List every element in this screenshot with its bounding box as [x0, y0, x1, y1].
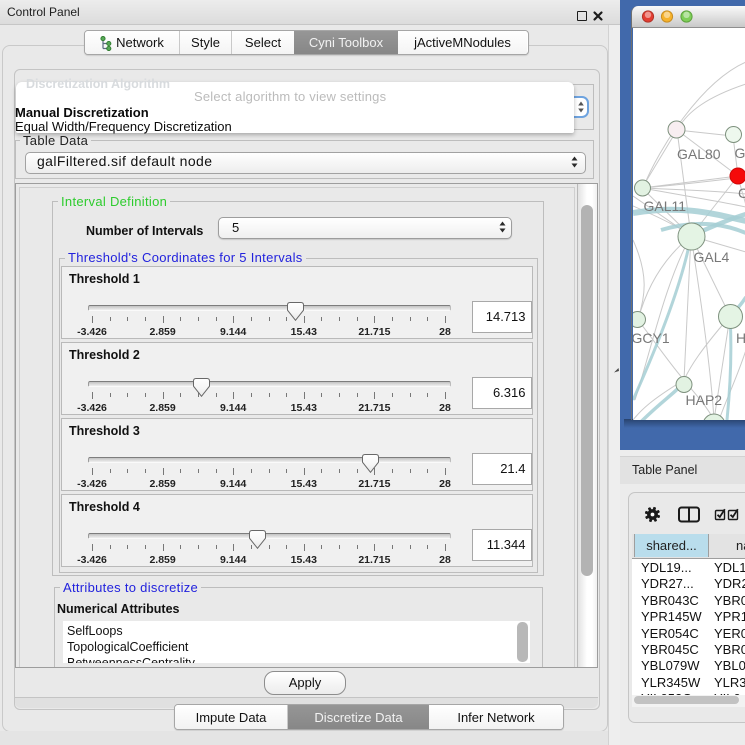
svg-text:GA: GA [735, 145, 745, 161]
svg-text:H: H [736, 330, 745, 346]
svg-text:HAP2: HAP2 [686, 392, 723, 408]
svg-text:C: C [738, 185, 745, 201]
svg-text:GAL11: GAL11 [644, 198, 687, 214]
svg-text:GCY1: GCY1 [633, 330, 670, 346]
svg-text:GAL80: GAL80 [677, 146, 721, 162]
svg-text:GAL4: GAL4 [694, 249, 730, 265]
